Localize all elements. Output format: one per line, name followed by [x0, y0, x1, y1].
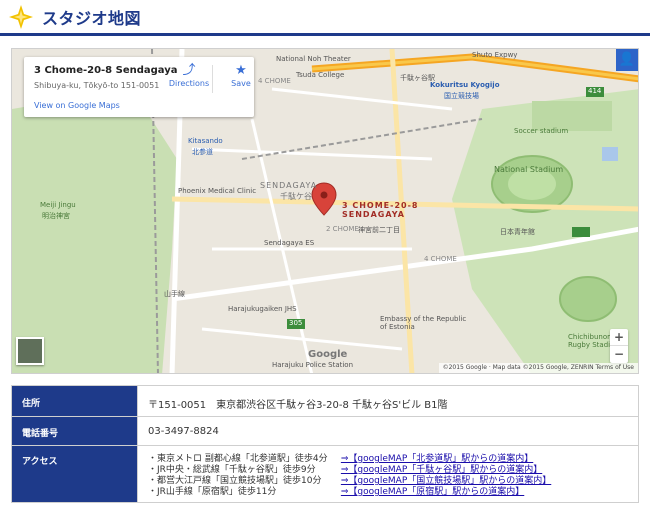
route-shield: 414	[588, 87, 602, 95]
star-icon	[9, 4, 33, 29]
pin-label-line1: 3 CHOME-20-8	[342, 201, 419, 210]
access-map-link[interactable]: ⇒【googleMAP「原宿駅」駅からの道案内】	[341, 487, 524, 497]
pin-label-line2: SENDAGAYA	[342, 210, 405, 219]
studio-info-table: 住所 〒151-0051 東京都渋谷区千駄ヶ谷3-20-8 千駄ヶ谷S'ビル B…	[11, 385, 639, 503]
table-row: 電話番号 03-3497-8824	[11, 416, 639, 446]
place-card: 3 Chome-20-8 Sendagaya Shibuya-ku, Tōkyō…	[24, 57, 254, 117]
map-label: Kitasando	[188, 137, 223, 145]
person-icon[interactable]: 👤	[616, 49, 638, 71]
zoom-out-button[interactable]: −	[610, 346, 628, 363]
map-attribution[interactable]: ©2015 Google · Map data ©2015 Google, ZE…	[438, 363, 638, 373]
access-station: ・JR中央・総武線「千駄ヶ谷駅」徒歩9分	[148, 465, 316, 475]
map-label: 明治神宮	[42, 212, 70, 220]
map-label: Soccer stadium	[514, 127, 569, 135]
access-item: ・JR中央・総武線「千駄ヶ谷駅」徒歩9分 ⇒【googleMAP「千駄ヶ谷駅」駅…	[148, 465, 628, 476]
map-label: Embassy of the Republic of Estonia	[380, 315, 467, 331]
map-label: 日本青年館	[500, 228, 535, 236]
access-map-link[interactable]: ⇒【googleMAP「北参道駅」駅からの道案内】	[341, 454, 533, 464]
tel-header: 電話番号	[11, 416, 138, 446]
map-label: Harajukugaiken JHS	[228, 305, 297, 313]
access-item: ・都営大江戸線「国立競技場駅」徒歩10分 ⇒【googleMAP「国立競技場駅」…	[148, 476, 628, 487]
directions-label: Directions	[168, 79, 210, 88]
map-label: Shuto Expwy	[472, 51, 518, 59]
map-label: Tsuda College	[296, 71, 345, 79]
map-label: Kokuritsu Kyogijo	[430, 81, 500, 89]
map-label: 4 CHOME	[258, 77, 291, 85]
google-logo: Google	[308, 349, 348, 360]
page-title: スタジオ地図	[42, 8, 142, 28]
address-header: 住所	[11, 385, 138, 417]
address-value: 〒151-0051 東京都渋谷区千駄ヶ谷3-20-8 千駄ヶ谷S'ビル B1階	[137, 385, 639, 417]
access-item: ・JR山手線「原宿駅」徒歩11分 ⇒【googleMAP「原宿駅」駅からの道案内…	[148, 487, 628, 498]
satellite-toggle[interactable]	[16, 337, 44, 365]
access-station: ・都営大江戸線「国立競技場駅」徒歩10分	[148, 476, 322, 486]
map-label: 山手線	[164, 290, 185, 298]
map-label: Harajuku Police Station	[272, 361, 354, 369]
directions-icon: ⤴	[182, 63, 196, 78]
access-station: ・JR山手線「原宿駅」徒歩11分	[148, 487, 277, 497]
table-row: 住所 〒151-0051 東京都渋谷区千駄ヶ谷3-20-8 千駄ヶ谷S'ビル B…	[11, 385, 639, 417]
page-header: スタジオ地図	[0, 0, 650, 36]
directions-button[interactable]: ⤴ Directions	[168, 63, 210, 88]
map-label: 国立競技場	[444, 92, 479, 100]
access-map-link[interactable]: ⇒【googleMAP「千駄ヶ谷駅」駅からの道案内】	[341, 465, 542, 475]
map-label: 千駄ケ谷	[280, 192, 312, 201]
tel-value: 03-3497-8824	[137, 416, 639, 446]
map-label: National Stadium	[494, 165, 564, 174]
google-map[interactable]: National Noh Theater Tsuda College 千駄ヶ谷駅…	[11, 48, 639, 374]
map-label: 神宮前二丁目	[358, 226, 400, 234]
access-header: アクセス	[11, 445, 138, 503]
star-save-icon: ★	[235, 63, 247, 78]
view-on-google-maps-link[interactable]: View on Google Maps	[34, 101, 120, 110]
map-label: 北参道	[192, 148, 213, 156]
access-list: ・東京メトロ 副都心線「北参道駅」徒歩4分 ⇒【googleMAP「北参道駅」駅…	[137, 445, 639, 503]
map-label: 2 CHOME	[326, 225, 359, 233]
access-map-link[interactable]: ⇒【googleMAP「国立競技場駅」駅からの道案内】	[341, 476, 551, 486]
table-row: アクセス ・東京メトロ 副都心線「北参道駅」徒歩4分 ⇒【googleMAP「北…	[11, 445, 639, 503]
map-label: Phoenix Medical Clinic	[178, 187, 257, 195]
map-label: National Noh Theater	[276, 55, 351, 63]
map-label: Sendagaya ES	[264, 239, 315, 247]
pin-label: 3 CHOME-20-8 SENDAGAYA	[342, 201, 418, 219]
route-shield: 305	[289, 319, 303, 327]
map-label: SENDAGAYA	[260, 181, 318, 190]
divider	[212, 65, 213, 93]
place-sub-address: Shibuya-ku, Tōkyō-to 151-0051	[34, 81, 160, 90]
map-label: 4 CHOME	[424, 255, 457, 263]
map-label: Meiji Jingu	[40, 201, 76, 209]
place-address: 3 Chome-20-8 Sendagaya	[34, 65, 178, 76]
save-label: Save	[231, 79, 251, 88]
access-station: ・東京メトロ 副都心線「北参道駅」徒歩4分	[148, 454, 328, 464]
zoom-control[interactable]: + −	[610, 329, 628, 363]
save-button[interactable]: ★ Save	[220, 63, 262, 88]
zoom-in-button[interactable]: +	[610, 329, 628, 346]
access-item: ・東京メトロ 副都心線「北参道駅」徒歩4分 ⇒【googleMAP「北参道駅」駅…	[148, 454, 628, 465]
